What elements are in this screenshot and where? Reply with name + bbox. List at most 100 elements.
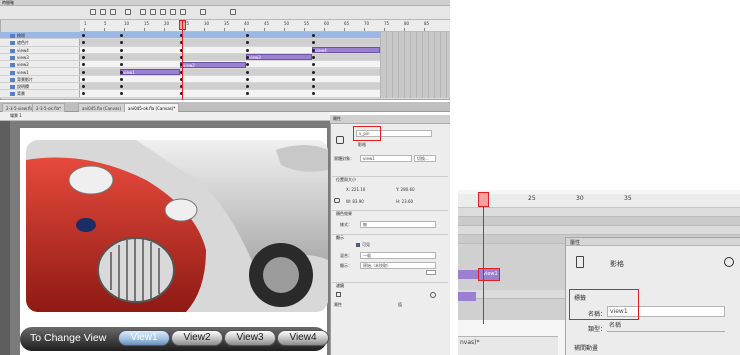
step-forward-icon[interactable] (170, 9, 176, 15)
display-section[interactable]: 顯示 (332, 234, 448, 241)
keyframe[interactable] (246, 92, 249, 96)
keyframe[interactable] (82, 92, 85, 96)
help-arrow-icon[interactable] (724, 257, 734, 267)
keyframe[interactable] (312, 77, 315, 81)
layer-row[interactable]: 說明欄 (0, 83, 80, 91)
keyframe[interactable] (120, 92, 123, 96)
step-back-icon[interactable] (150, 9, 156, 15)
keyframe[interactable] (246, 70, 249, 74)
layer-row[interactable]: view3 (0, 54, 80, 62)
keyframe[interactable] (120, 85, 123, 89)
keyframe[interactable] (312, 92, 315, 96)
document-tab[interactable]: ani045-ok.fla (Canvas)* (124, 103, 180, 112)
filter-section[interactable]: 濾鏡 (332, 282, 448, 289)
keyframe[interactable] (246, 85, 249, 89)
keyframe[interactable] (246, 48, 249, 52)
link-icon[interactable] (334, 198, 340, 203)
scene-label[interactable]: 場景 1 (10, 113, 22, 119)
view4-button[interactable]: View4 (277, 330, 329, 346)
keyframe[interactable] (120, 63, 123, 67)
inset-panel-tab[interactable]: 屬性 (570, 239, 580, 246)
visible-checkbox[interactable] (356, 243, 360, 247)
label-type-select[interactable]: 名稱 (607, 321, 725, 332)
tween-span[interactable]: view4 (312, 47, 380, 54)
keyframe[interactable] (312, 70, 315, 74)
keyframe[interactable] (312, 55, 315, 59)
frame-row[interactable] (80, 32, 380, 40)
x-value[interactable]: X: 221.10 (346, 187, 365, 192)
layer-row[interactable]: 背景 (0, 90, 80, 98)
play-icon[interactable] (160, 9, 166, 15)
color-section[interactable]: 顏色效果 (332, 210, 448, 217)
inset-doc-tab[interactable]: nvas)* (460, 339, 480, 346)
swap-button[interactable]: 切換... (414, 155, 436, 162)
h-value[interactable]: H: 23.60 (396, 199, 413, 204)
tween-span[interactable]: view1 (120, 69, 180, 75)
render-select[interactable]: 原始（未快取） (360, 262, 436, 269)
onion-skin-icon[interactable] (90, 9, 96, 15)
keyframe[interactable] (82, 48, 85, 52)
frame-row[interactable]: view1 (80, 68, 380, 76)
keyframe[interactable] (82, 41, 85, 45)
position-section[interactable]: 位置與大小 (332, 176, 448, 183)
keyframe[interactable] (312, 48, 315, 52)
add-filter-icon[interactable] (336, 292, 341, 297)
frame-ruler[interactable]: 1 5 10 15 20 25 30 35 40 45 50 55 60 65 70 75 80 85 (80, 20, 450, 32)
view2-button[interactable]: View2 (171, 330, 223, 346)
keyframe[interactable] (82, 34, 85, 37)
document-tab[interactable]: ani045.fla (Canvas) (78, 103, 126, 112)
keyframe[interactable] (246, 63, 249, 67)
layer-row[interactable]: 按鈕 (0, 32, 80, 40)
keyframe[interactable] (120, 70, 123, 74)
document-tab[interactable]: 2-3-5-ok.fla* (32, 103, 66, 112)
keyframe[interactable] (120, 77, 123, 81)
frame-row[interactable]: view4 (80, 46, 380, 54)
keyframe[interactable] (82, 85, 85, 89)
keyframe[interactable] (312, 41, 315, 45)
keyframe[interactable] (246, 77, 249, 81)
edit-multiple-icon[interactable] (110, 9, 116, 15)
y-value[interactable]: Y: 280.60 (396, 187, 415, 192)
frame-row[interactable] (80, 83, 380, 91)
blend-select[interactable]: 一般 (360, 252, 436, 259)
keyframe[interactable] (82, 55, 85, 59)
layer-row[interactable]: view2 (0, 61, 80, 69)
frame-row[interactable] (80, 39, 380, 47)
filter-gear-icon[interactable] (430, 292, 436, 298)
frame-row[interactable]: view2 (80, 61, 380, 69)
layer-row[interactable]: 遮色片 (0, 39, 80, 47)
center-frame-icon[interactable] (200, 9, 206, 15)
layer-row[interactable]: 背景影片 (0, 76, 80, 84)
frame-row[interactable] (80, 90, 380, 98)
first-frame-icon[interactable] (140, 9, 146, 15)
tween-span[interactable]: view2 (180, 61, 246, 68)
last-frame-icon[interactable] (180, 9, 186, 15)
keyframe[interactable] (312, 34, 315, 37)
tween-span[interactable]: view3 (246, 54, 312, 61)
keyframe[interactable] (120, 55, 123, 59)
keyframe[interactable] (82, 70, 85, 74)
view1-button[interactable]: View1 (118, 330, 170, 346)
keyframe[interactable] (120, 48, 123, 52)
marker-icon[interactable] (230, 9, 236, 15)
keyframe[interactable] (82, 77, 85, 81)
instance-type[interactable]: 影格 (358, 142, 366, 148)
keyframe[interactable] (246, 55, 249, 59)
keyframe[interactable] (246, 34, 249, 37)
onion-outline-icon[interactable] (100, 9, 106, 15)
style-select[interactable]: 無 (360, 221, 436, 228)
loop-icon[interactable] (125, 9, 131, 15)
frame-row[interactable]: view3 (80, 53, 380, 62)
properties-tab[interactable]: 屬性 (330, 115, 450, 124)
keyframe[interactable] (82, 63, 85, 67)
keyframe[interactable] (120, 41, 123, 45)
keyframe[interactable] (312, 85, 315, 89)
w-value[interactable]: W: 83.90 (346, 199, 364, 204)
tween-section[interactable]: 補間動畫 (574, 343, 598, 352)
keyframe[interactable] (246, 41, 249, 45)
view3-button[interactable]: View3 (224, 330, 276, 346)
keyframe[interactable] (120, 34, 123, 37)
layer-row[interactable]: view4 (0, 47, 80, 54)
keyframe[interactable] (312, 63, 315, 67)
frame-grid[interactable]: view4 view3 view2 view1 (80, 32, 380, 98)
